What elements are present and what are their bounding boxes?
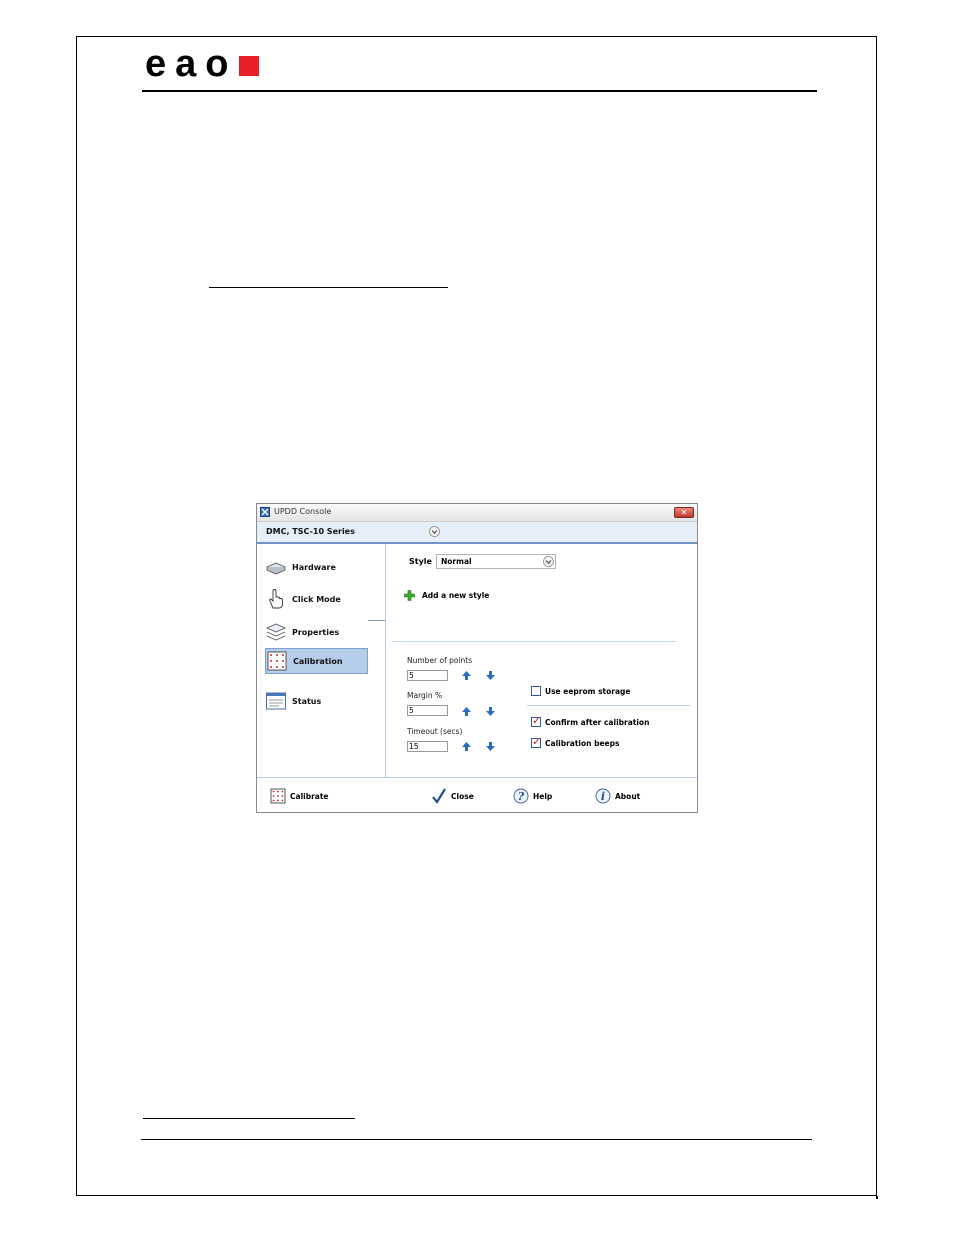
about-button[interactable]: i About [595, 788, 640, 804]
svg-text:i: i [601, 790, 605, 803]
layers-icon [266, 623, 286, 641]
hand-pointer-icon [269, 589, 283, 609]
footer-rule [141, 1139, 812, 1140]
title-bar: UPDD Console ✕ [257, 504, 697, 522]
app-icon [260, 507, 270, 517]
sidebar-item-click-mode[interactable]: Click Mode [265, 586, 368, 612]
add-style-label: Add a new style [422, 591, 490, 600]
updd-console-window: UPDD Console ✕ DMC, TSC-10 Series Hardwa… [256, 503, 698, 813]
calibrate-button[interactable]: Calibrate [270, 788, 329, 804]
hardware-icon [266, 562, 286, 575]
arrow-down-icon[interactable] [485, 706, 496, 717]
status-window-icon [266, 692, 286, 710]
calibration-beeps-checkbox[interactable] [531, 735, 541, 748]
eeprom-storage-checkbox[interactable] [531, 686, 541, 696]
confirm-calibration-checkbox[interactable] [531, 714, 541, 727]
calibration-grid-icon [270, 788, 286, 804]
heading-underline [209, 287, 448, 288]
sidebar-item-calibration[interactable]: Calibration [265, 648, 368, 674]
eeprom-storage-label: Use eeprom storage [545, 686, 631, 696]
arrow-up-icon[interactable] [461, 670, 472, 681]
sidebar-item-label: Status [292, 696, 322, 706]
device-dropdown-icon[interactable] [429, 526, 440, 537]
arrow-down-icon[interactable] [485, 670, 496, 681]
footnote-separator [143, 1118, 355, 1119]
device-name: DMC, TSC-10 Series [266, 527, 355, 536]
eeprom-storage-option[interactable]: Use eeprom storage [531, 686, 631, 696]
margin-input[interactable]: 5 [407, 705, 448, 716]
sidebar-item-hardware[interactable]: Hardware [265, 554, 368, 580]
calibration-beeps-option[interactable]: Calibration beeps [531, 735, 620, 748]
calibration-grid-icon [267, 651, 287, 671]
close-label: Close [451, 791, 474, 801]
style-label: Style [409, 557, 432, 566]
calibrate-label: Calibrate [290, 791, 329, 801]
plus-icon [404, 590, 415, 601]
arrow-down-icon[interactable] [485, 741, 496, 752]
sidebar-item-label: Click Mode [292, 594, 341, 604]
points-input[interactable]: 5 [407, 670, 448, 681]
style-select-value: Normal [441, 557, 472, 566]
help-label: Help [533, 791, 553, 801]
device-bar: DMC, TSC-10 Series [257, 522, 697, 544]
checkbox-divider [527, 705, 690, 706]
chevron-down-icon [543, 556, 554, 567]
calibration-beeps-label: Calibration beeps [545, 738, 620, 748]
style-select[interactable]: Normal [436, 554, 556, 569]
timeout-input[interactable]: 15 [407, 741, 448, 752]
timeout-label: Timeout (secs) [407, 727, 463, 736]
logo-text: eao [145, 43, 238, 85]
arrow-up-icon[interactable] [461, 741, 472, 752]
arrow-up-icon[interactable] [461, 706, 472, 717]
margin-label: Margin % [407, 691, 443, 700]
help-icon: ? [513, 788, 529, 804]
active-item-connector [368, 620, 385, 621]
section-divider [392, 641, 676, 642]
checkmark-icon [432, 788, 446, 804]
confirm-calibration-label: Confirm after calibration [545, 717, 650, 727]
sidebar-item-label: Properties [292, 627, 340, 637]
sidebar-item-properties[interactable]: Properties [265, 619, 368, 645]
svg-text:?: ? [518, 790, 525, 803]
window-title: UPDD Console [274, 507, 332, 516]
bottom-toolbar: Calibrate Close ? Help i About [257, 777, 697, 812]
add-style-button[interactable]: Add a new style [404, 590, 489, 601]
help-button[interactable]: ? Help [513, 788, 552, 804]
corner-mark [876, 1196, 878, 1199]
header-rule [142, 90, 817, 92]
logo-square [239, 55, 260, 76]
info-icon: i [595, 788, 611, 804]
sidebar: Hardware Click Mode Properties Calibrati… [257, 544, 386, 777]
about-label: About [615, 791, 641, 801]
confirm-calibration-option[interactable]: Confirm after calibration [531, 714, 650, 727]
sidebar-item-label: Calibration [293, 656, 343, 666]
sidebar-item-label: Hardware [292, 562, 336, 572]
points-label: Number of points [407, 656, 473, 665]
eao-logo: eao [145, 43, 260, 85]
close-button[interactable]: Close [431, 788, 474, 804]
sidebar-item-status[interactable]: Status [265, 688, 368, 714]
window-close-button[interactable]: ✕ [674, 507, 694, 518]
